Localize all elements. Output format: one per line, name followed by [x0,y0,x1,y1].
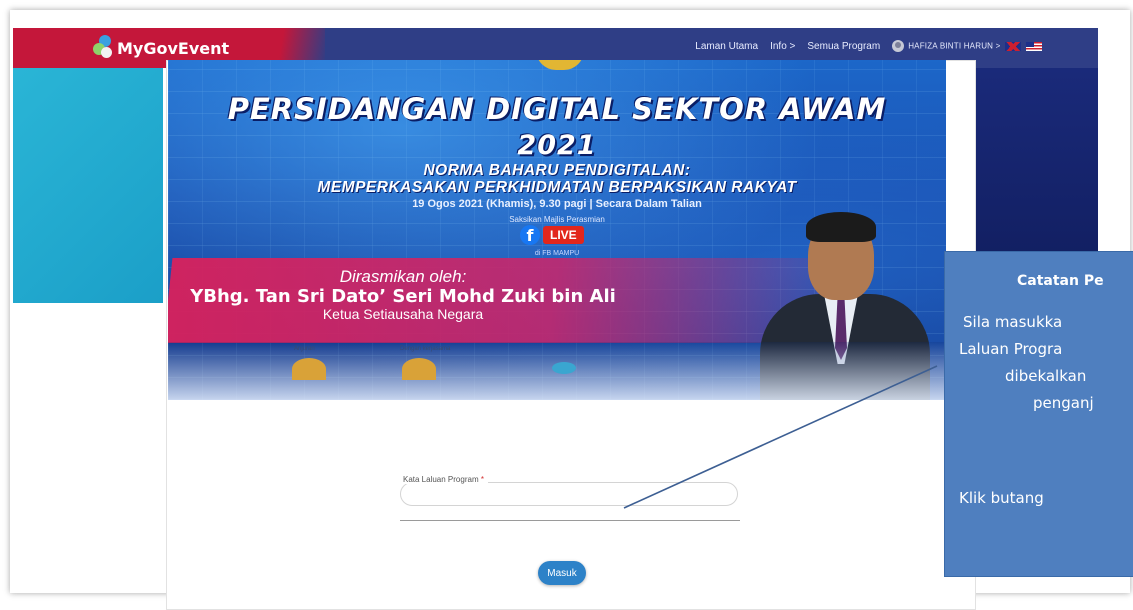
form-divider [400,520,740,521]
callout-line: dibekalkan [1005,367,1087,385]
logo-caption-anjuran: Anjuran [294,346,315,352]
instruction-callout: Catatan Pe Sila masukka Laluan Progra di… [944,251,1133,577]
government-crest-icon [292,358,326,380]
brand-name: MyGovEvent [117,38,230,58]
callout-line: penganj [1033,394,1094,412]
callout-body: Sila masukka Laluan Progra dibekalkan pe… [959,309,1133,417]
callout-title: Catatan Pe [1017,273,1104,289]
callout-line: Laluan Progra [959,340,1063,358]
banner-subtitle-2: MEMPERKASAKAN PERKHIDMATAN BERPAKSIKAN R… [317,179,797,196]
mygov-logo-icon [93,35,115,61]
callout-line: Sila masukka [963,313,1063,331]
program-password-input[interactable] [400,482,738,506]
banner-date: 19 Ogos 2021 (Khamis), 9.30 pagi | Secar… [412,198,702,210]
password-field-label: Kata Laluan Program * [403,475,488,484]
nav-link-laman-utama[interactable]: Laman Utama [695,41,758,52]
banner-title: PERSIDANGAN DIGITAL SEKTOR AWAM [227,92,887,126]
malaysia-flag-icon[interactable] [1026,41,1042,51]
user-menu[interactable]: HAFIZA BINTI HARUN > [892,40,1042,52]
nav-link-info[interactable]: Info > [770,41,795,52]
banner-subtitle-1: NORMA BAHARU PENDIGITALAN: [423,162,691,179]
user-name: HAFIZA BINTI HARUN > [908,41,1001,51]
masuk-button[interactable]: Masuk [538,561,586,585]
callout-action: Klik butang [959,489,1044,507]
user-avatar-icon [892,40,905,52]
uk-flag-icon[interactable] [1005,41,1022,51]
banner-officiated-by: Dirasmikan oleh: [339,267,467,286]
live-label: LIVE [543,226,584,244]
banner-guest-role: Ketua Setiausaha Negara [322,306,484,322]
logo-caption-kerjasama: Dengan kerjasama [400,346,451,352]
organizer-logos: Anjuran Dengan kerjasama [280,346,700,398]
banner-year: 2021 [517,130,597,161]
facebook-live-badge: f LIVE [520,225,584,245]
partner-logo-icon [552,362,576,374]
background-teal-panel [13,68,163,303]
banner-guest-name: YBhg. Tan Sri Dato’ Seri Mohd Zuki bin A… [190,286,616,307]
partner-crest-icon [402,358,436,380]
brand-logo-link[interactable]: MyGovEvent [93,35,229,61]
nav-links: Laman Utama Info > Semua Program HAFIZA … [695,40,1042,52]
facebook-icon: f [520,225,540,245]
nav-link-semua-program[interactable]: Semua Program [807,41,880,52]
